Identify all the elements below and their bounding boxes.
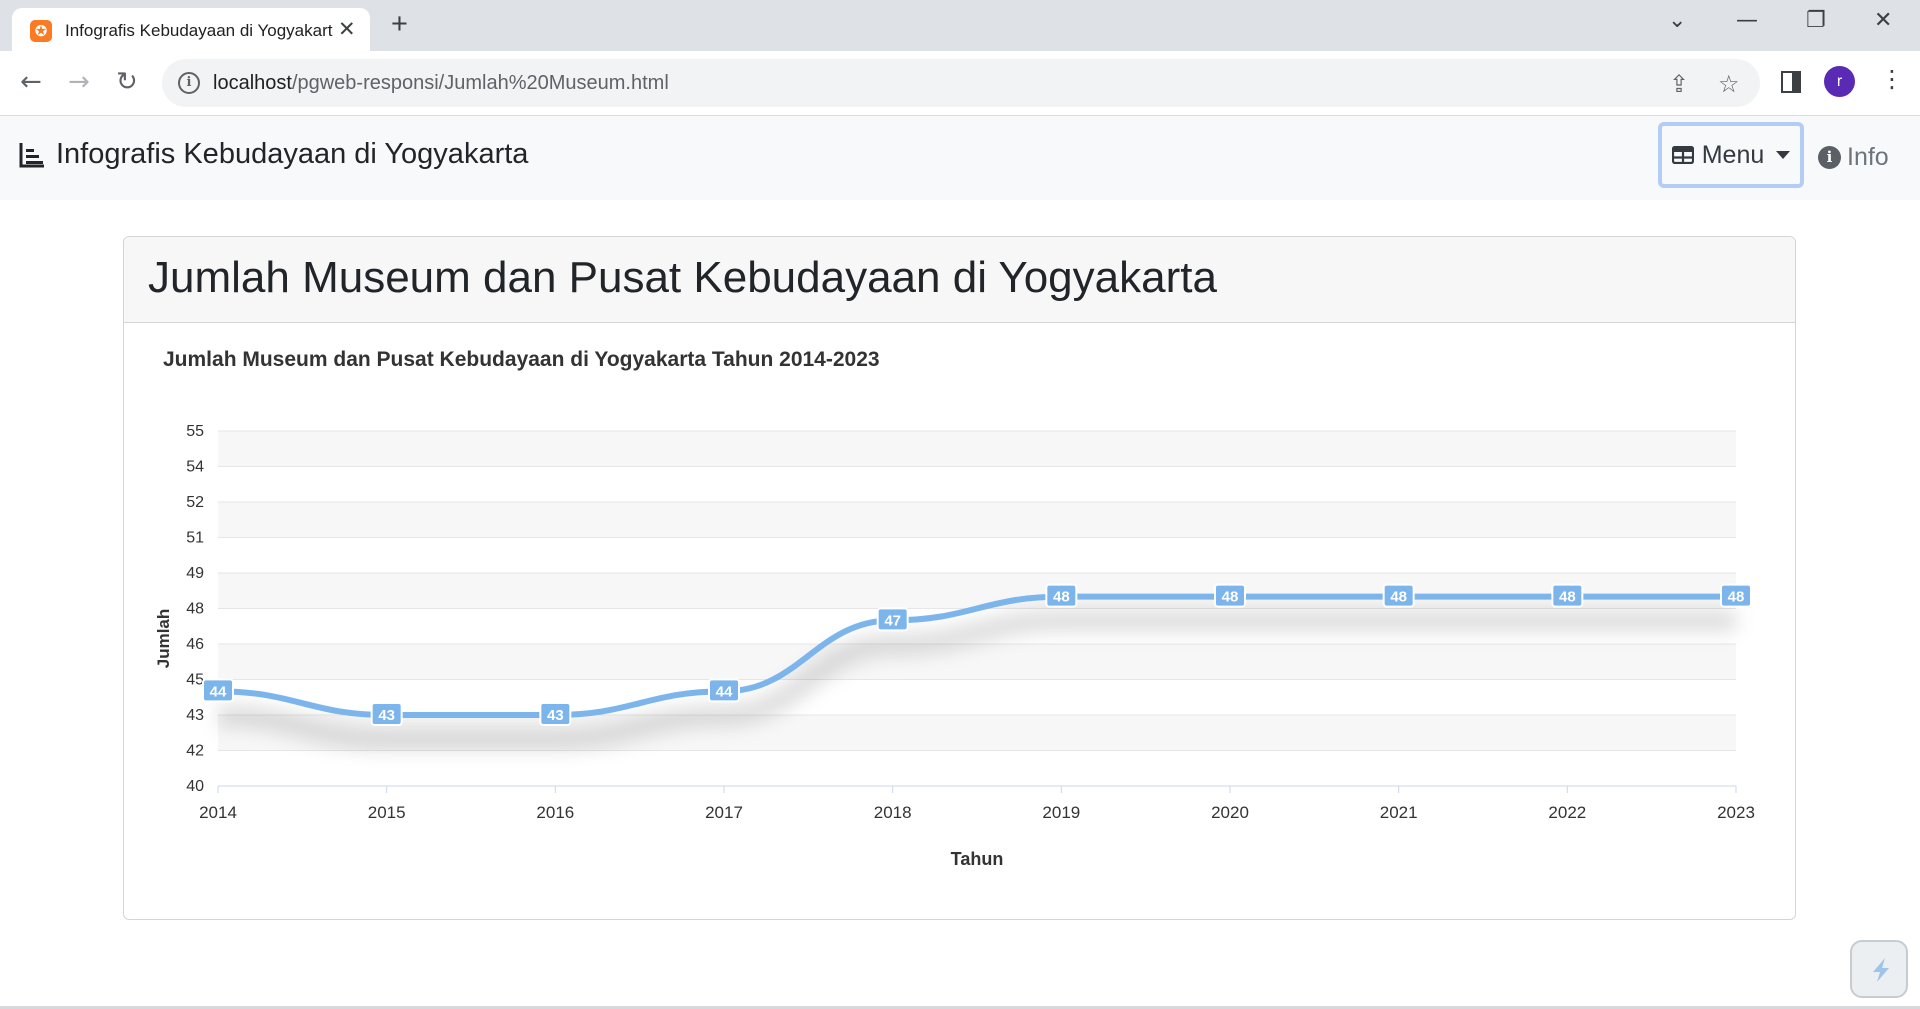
y-tick-label: 55 — [186, 423, 204, 440]
y-axis-title: Jumlah — [154, 609, 173, 669]
y-tick-label: 49 — [186, 565, 204, 582]
lightning-icon — [1873, 958, 1889, 982]
chart-line-icon — [19, 142, 44, 167]
x-tick-label: 2021 — [1380, 803, 1418, 822]
tab-title: Infografis Kebudayaan di Yogyakarta — [65, 21, 333, 40]
tab-close-icon[interactable]: ✕ — [338, 17, 356, 42]
site-info-icon[interactable]: i — [178, 72, 200, 94]
floating-action-button[interactable] — [1850, 940, 1908, 998]
x-tick-label: 2023 — [1717, 803, 1755, 822]
minimize-icon[interactable]: — — [1736, 8, 1758, 33]
new-tab-button[interactable]: + — [391, 9, 408, 39]
address-bar[interactable]: i localhost/pgweb-responsi/Jumlah%20Muse… — [162, 59, 1760, 107]
data-label-text: 48 — [1559, 589, 1576, 606]
x-tick-label: 2019 — [1042, 803, 1080, 822]
navbar-brand[interactable]: Infografis Kebudayaan di Yogyakarta — [18, 138, 528, 171]
info-circle-icon: i — [1818, 146, 1841, 169]
x-tick-label: 2015 — [368, 803, 406, 822]
grid-band — [218, 644, 1736, 680]
url-host: localhost — [213, 72, 292, 94]
data-label: 48 — [1214, 583, 1246, 608]
browser-tab-strip: ✪ Infografis Kebudayaan di Yogyakarta ✕ … — [0, 0, 1920, 51]
y-tick-label: 48 — [186, 601, 204, 618]
x-tick-label: 2020 — [1211, 803, 1249, 822]
data-label: 48 — [1382, 583, 1415, 608]
url-path: /pgweb-responsi/Jumlah%20Museum.html — [291, 72, 669, 94]
data-label: 44 — [202, 678, 234, 703]
y-tick-label: 51 — [186, 530, 204, 547]
data-label-text: 48 — [1222, 589, 1239, 606]
share-icon[interactable]: ⇪ — [1669, 70, 1689, 98]
grid-band — [218, 431, 1736, 467]
x-tick-label: 2022 — [1548, 803, 1586, 822]
restore-icon[interactable]: ❐ — [1806, 8, 1826, 33]
data-label-text: 43 — [378, 707, 395, 724]
data-label-text: 48 — [1390, 589, 1407, 606]
data-label: 48 — [1551, 583, 1584, 608]
x-tick-label: 2017 — [705, 803, 743, 822]
data-label-text: 48 — [1053, 589, 1070, 606]
x-tick-label: 2014 — [199, 803, 237, 822]
data-label: 43 — [370, 702, 403, 726]
back-icon[interactable]: ← — [20, 67, 42, 97]
table-icon — [1671, 146, 1694, 164]
info-link[interactable]: i Info — [1818, 143, 1889, 172]
url-text[interactable]: localhost/pgweb-responsi/Jumlah%20Museum… — [213, 72, 669, 95]
profile-avatar[interactable]: r — [1824, 66, 1855, 97]
bookmark-star-icon[interactable]: ☆ — [1718, 70, 1740, 98]
data-label-text: 48 — [1728, 589, 1745, 606]
browser-tab[interactable]: ✪ Infografis Kebudayaan di Yogyakarta ✕ — [12, 8, 370, 51]
brand-title: Infografis Kebudayaan di Yogyakarta — [56, 138, 529, 170]
close-window-icon[interactable]: ✕ — [1874, 8, 1892, 33]
y-tick-label: 40 — [186, 778, 204, 795]
menu-dropdown-button[interactable]: Menu — [1658, 122, 1804, 188]
data-label: 48 — [1045, 583, 1078, 608]
data-label: 44 — [708, 678, 740, 703]
line-chart[interactable]: Jumlah Museum dan Pusat Kebudayaan di Yo… — [124, 237, 1795, 919]
y-tick-label: 46 — [186, 636, 204, 653]
reload-icon[interactable]: ↻ — [116, 67, 138, 97]
x-tick-label: 2018 — [874, 803, 912, 822]
data-label-text: 44 — [210, 683, 227, 700]
grid-band — [218, 573, 1736, 609]
y-tick-label: 42 — [186, 743, 204, 760]
info-label: Info — [1847, 143, 1889, 171]
y-tick-label: 45 — [186, 672, 204, 689]
y-tick-label: 52 — [186, 494, 204, 511]
y-tick-label: 43 — [186, 707, 204, 724]
data-label: 47 — [876, 607, 909, 632]
y-tick-label: 54 — [186, 459, 204, 476]
data-label: 48 — [1720, 583, 1752, 608]
side-panel-icon[interactable] — [1781, 71, 1801, 93]
x-tick-label: 2016 — [536, 803, 574, 822]
xampp-icon: ✪ — [30, 20, 52, 42]
caret-down-icon — [1776, 151, 1791, 159]
site-navbar: Infografis Kebudayaan di Yogyakarta Menu… — [0, 116, 1920, 200]
chart-title: Jumlah Museum dan Pusat Kebudayaan di Yo… — [163, 348, 880, 371]
x-axis-title: Tahun — [951, 849, 1004, 869]
tab-search-icon[interactable]: ⌄ — [1668, 8, 1686, 33]
forward-icon[interactable]: → — [68, 67, 90, 97]
data-label-text: 43 — [547, 707, 564, 724]
chart-card: Jumlah Museum dan Pusat Kebudayaan di Yo… — [123, 236, 1796, 920]
browser-toolbar: ← → ↻ i localhost/pgweb-responsi/Jumlah%… — [0, 51, 1920, 116]
grid-band — [218, 502, 1736, 538]
data-label: 43 — [539, 702, 572, 726]
browser-menu-icon[interactable]: ⋮ — [1880, 65, 1904, 93]
data-label-text: 44 — [716, 683, 733, 700]
data-label-text: 47 — [884, 612, 901, 629]
menu-label: Menu — [1701, 140, 1765, 169]
